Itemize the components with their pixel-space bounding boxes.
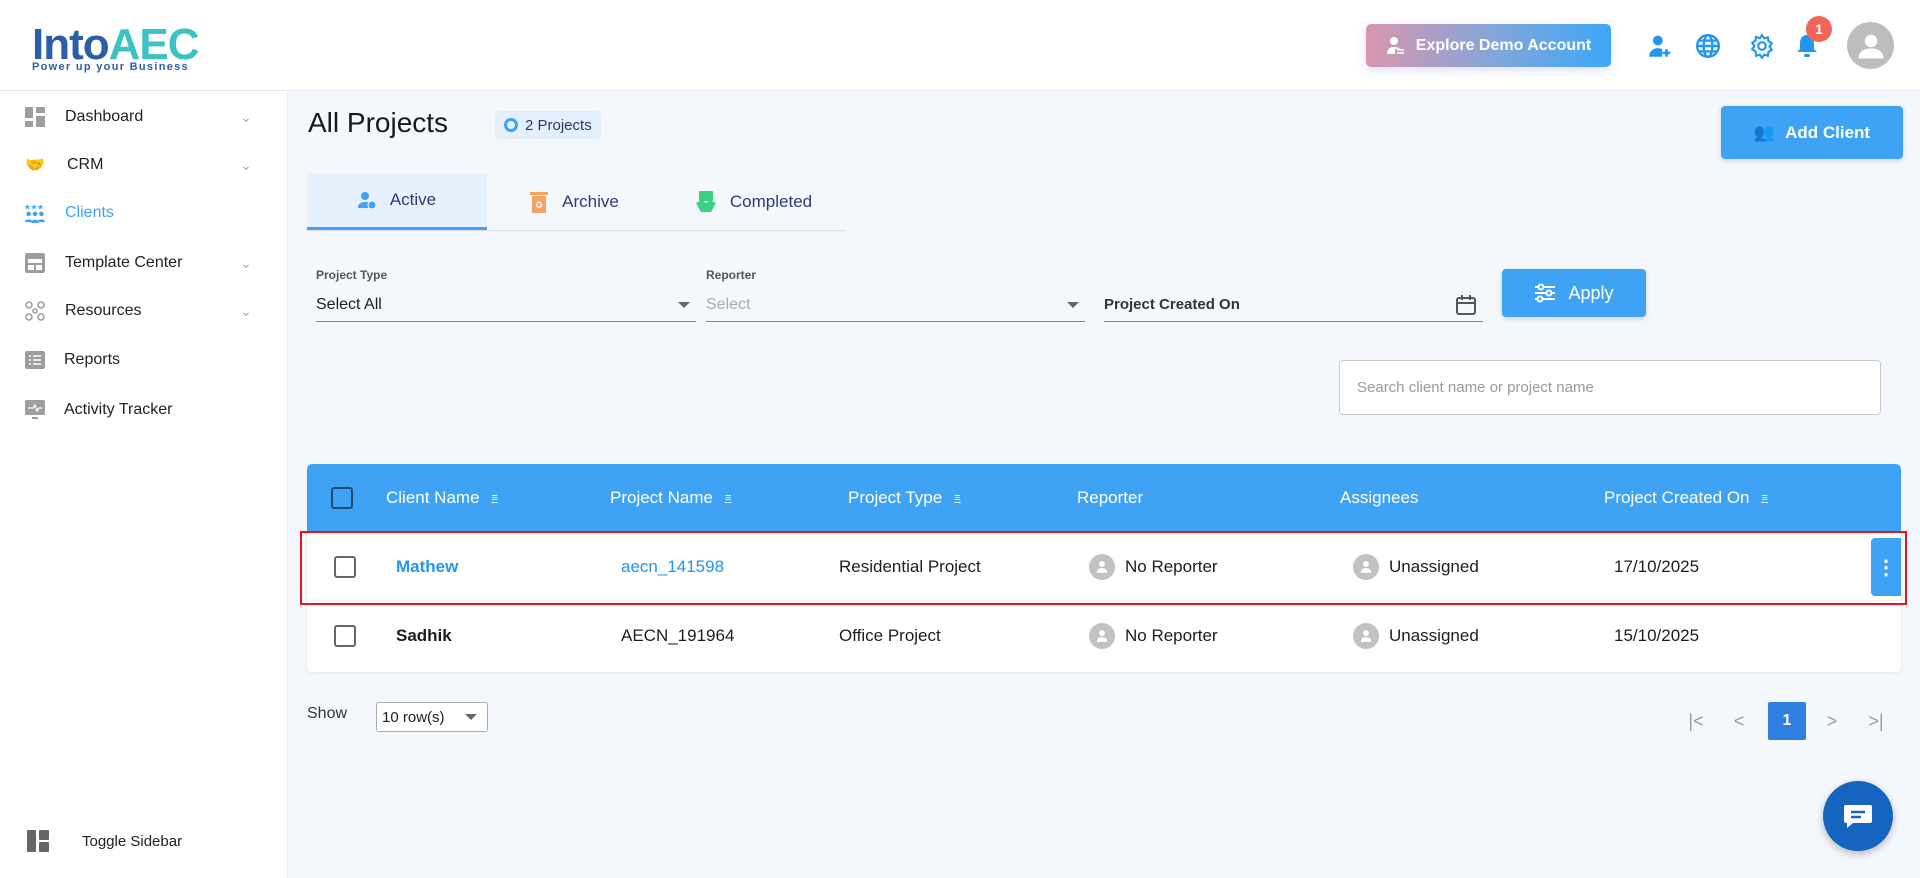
calendar-icon [1456, 294, 1476, 315]
apply-filters-button[interactable]: Apply [1502, 269, 1646, 317]
next-page-button[interactable]: > [1813, 702, 1851, 740]
column-project-name[interactable]: Project Name ≡ [610, 488, 731, 508]
person-icon [1089, 622, 1115, 649]
resources-icon [24, 300, 46, 322]
dashboard-icon [24, 106, 46, 128]
project-type-cell: Office Project [839, 625, 941, 645]
highlighted-row-outline [300, 531, 1907, 605]
last-page-button[interactable]: >| [1857, 702, 1895, 740]
person-icon [1353, 622, 1379, 649]
created-on-cell: 15/10/2025 [1614, 625, 1700, 645]
sidebar-item-activity-tracker[interactable]: Activity Tracker [0, 390, 288, 430]
table-header: Client Name ≡ Project Name ≡ Project Type ≡… [307, 464, 1901, 532]
chevron-down-icon: ⌄ [240, 302, 252, 319]
page-title: All Projects [308, 107, 449, 138]
circle-icon [504, 118, 518, 132]
dropdown-arrow-icon [1067, 301, 1079, 308]
table-row[interactable]: Sadhik AECN_191964 Office Project No Rep… [307, 601, 1901, 670]
dropdown-arrow-icon [465, 714, 477, 720]
project-tabs: Active ♻ Archive Completed [307, 173, 846, 231]
chevron-down-icon: ⌄ [240, 254, 252, 271]
reporter-select[interactable]: Select [706, 288, 1085, 322]
show-label: Show [307, 705, 348, 722]
explore-demo-button[interactable]: Explore Demo Account [1366, 24, 1611, 67]
sidebar-item-crm[interactable]: 🤝 CRM ⌄ [0, 145, 288, 185]
svg-text:★★★: ★★★ [24, 202, 44, 211]
tab-active[interactable]: Active [307, 173, 487, 230]
project-type-select[interactable]: Select All [316, 288, 696, 322]
sidebar-item-clients[interactable]: ★★★ Clients [0, 193, 288, 233]
page-1-button[interactable]: 1 [1768, 702, 1806, 740]
column-reporter: Reporter [1077, 488, 1144, 507]
sort-icon: ≡ [954, 492, 961, 504]
tab-completed[interactable]: Completed [662, 173, 846, 230]
sort-icon: ≡ [491, 492, 498, 504]
assignees-cell: Unassigned [1353, 601, 1479, 670]
tab-archive[interactable]: ♻ Archive [487, 173, 662, 230]
prev-page-button[interactable]: < [1720, 702, 1758, 740]
user-transfer-icon [1386, 36, 1404, 54]
add-group-icon: 👥 [1753, 122, 1776, 142]
project-count-badge: 2 Projects [495, 111, 601, 139]
user-avatar[interactable] [1847, 22, 1894, 69]
globe-icon[interactable] [1693, 31, 1723, 61]
first-page-button[interactable]: |< [1677, 702, 1715, 740]
top-header: IntoAEC Power up your Business Explore D… [0, 0, 1920, 91]
project-created-on-date-field[interactable]: Project Created On [1104, 288, 1483, 322]
reporter-cell: No Reporter [1089, 601, 1218, 670]
project-type-label: Project Type [316, 268, 388, 282]
sidebar-item-reports[interactable]: Reports [0, 340, 288, 380]
sidebar: Dashboard ⌄ 🤝 CRM ⌄ ★★★ Clients Template Cen… [0, 91, 288, 878]
add-user-icon[interactable] [1645, 32, 1675, 62]
sidebar-item-resources[interactable]: Resources ⌄ [0, 291, 288, 331]
add-client-button[interactable]: 👥 Add Client [1721, 106, 1903, 159]
sidebar-item-template-center[interactable]: Template Center ⌄ [0, 243, 288, 283]
client-name-link[interactable]: Sadhik [396, 601, 452, 670]
notification-badge: 1 [1806, 16, 1832, 42]
chevron-down-icon: ⌄ [240, 108, 252, 125]
search-input[interactable] [1339, 360, 1881, 415]
activity-monitor-icon [24, 399, 46, 421]
toggle-sidebar-button[interactable]: Toggle Sidebar [0, 821, 288, 861]
chevron-down-icon: ⌄ [240, 156, 252, 173]
chat-icon [1844, 805, 1872, 828]
rows-per-page-select[interactable]: 10 row(s) [376, 702, 488, 732]
chat-button[interactable] [1823, 781, 1893, 851]
template-icon [24, 252, 46, 274]
handshake-icon: 🤝 [25, 157, 45, 174]
row-checkbox[interactable] [334, 624, 356, 647]
user-check-icon [357, 192, 376, 209]
clients-icon: ★★★ [24, 202, 46, 224]
select-all-checkbox[interactable] [331, 487, 353, 509]
sidebar-item-dashboard[interactable]: Dashboard ⌄ [0, 97, 288, 137]
column-project-type[interactable]: Project Type ≡ [848, 488, 961, 508]
svg-text:♻: ♻ [535, 200, 543, 210]
settings-gear-icon[interactable] [1747, 31, 1777, 61]
project-name-cell: AECN_191964 [621, 625, 735, 645]
sort-icon: ≡ [1761, 492, 1768, 504]
reports-icon [24, 349, 46, 371]
column-project-created-on[interactable]: Project Created On ≡ [1604, 488, 1768, 508]
recycle-bin-icon: ♻ [530, 191, 549, 213]
dropdown-arrow-icon [678, 301, 690, 308]
column-client-name[interactable]: Client Name ≡ [386, 488, 498, 508]
sidebar-layout-icon [27, 830, 49, 852]
sort-icon: ≡ [724, 492, 732, 504]
handshake-deal-icon [695, 190, 716, 212]
logo-tagline: Power up your Business [32, 61, 189, 73]
column-assignees: Assignees [1340, 488, 1419, 507]
reporter-label: Reporter [706, 268, 757, 282]
sliders-icon [1535, 283, 1556, 303]
